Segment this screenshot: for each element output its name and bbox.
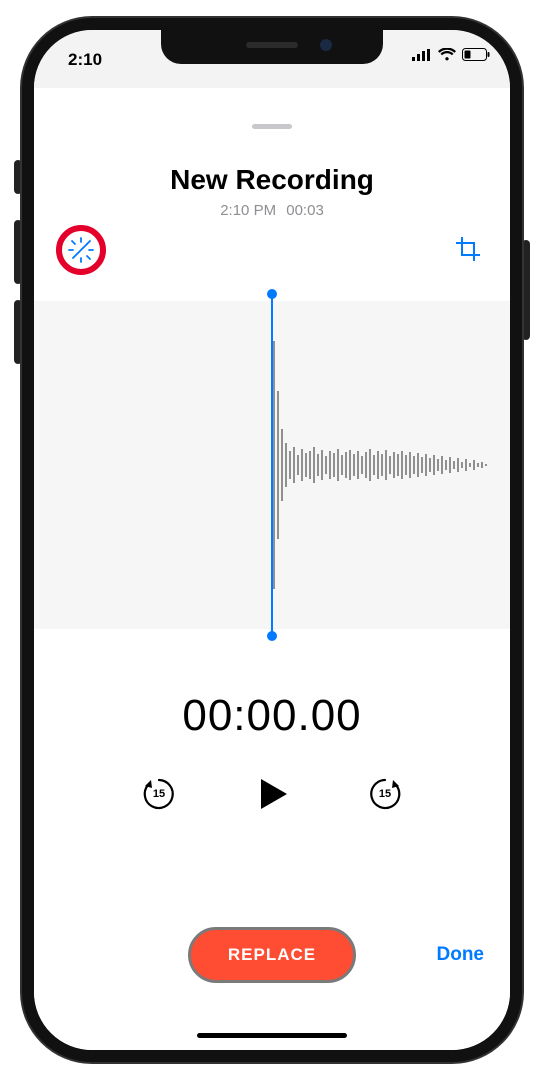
enhance-button[interactable] bbox=[67, 236, 95, 264]
crop-icon bbox=[455, 236, 481, 262]
mute-switch bbox=[14, 160, 22, 194]
replace-button-label: REPLACE bbox=[228, 945, 316, 965]
status-icons bbox=[412, 48, 490, 61]
highlight-circle bbox=[56, 225, 106, 275]
recording-time: 2:10 PM bbox=[220, 202, 276, 219]
home-indicator[interactable] bbox=[197, 1033, 347, 1038]
skip-back-button[interactable]: 15 bbox=[139, 774, 179, 814]
waveform-area[interactable] bbox=[34, 285, 510, 645]
device-frame: 2:10 New Recording 2:10 PM 00:03 bbox=[22, 18, 522, 1062]
cellular-icon bbox=[412, 49, 432, 61]
done-button[interactable]: Done bbox=[437, 944, 485, 966]
skip-forward-seconds: 15 bbox=[379, 788, 391, 800]
playhead-handle-top[interactable] bbox=[267, 289, 277, 299]
recording-subtitle: 2:10 PM 00:03 bbox=[34, 202, 510, 219]
editor-sheet: New Recording 2:10 PM 00:03 bbox=[34, 110, 510, 1050]
front-camera bbox=[320, 39, 332, 51]
speaker-grille bbox=[246, 42, 298, 48]
timer-display: 00:00.00 bbox=[34, 691, 510, 741]
battery-icon bbox=[462, 48, 490, 61]
replace-button[interactable]: REPLACE bbox=[188, 927, 356, 983]
power-button bbox=[522, 240, 530, 340]
skip-forward-button[interactable]: 15 bbox=[365, 774, 405, 814]
status-time: 2:10 bbox=[68, 50, 102, 70]
playhead-handle-bottom[interactable] bbox=[267, 631, 277, 641]
transport-controls: 15 15 bbox=[34, 771, 510, 817]
recording-duration: 00:03 bbox=[286, 202, 324, 219]
trim-button[interactable] bbox=[452, 233, 484, 265]
magic-wand-icon bbox=[67, 236, 95, 264]
device-notch bbox=[161, 30, 383, 64]
wifi-icon bbox=[438, 48, 456, 61]
waveform bbox=[272, 301, 492, 629]
edit-toolbar bbox=[34, 227, 510, 275]
recording-title[interactable]: New Recording bbox=[34, 164, 510, 196]
playhead[interactable] bbox=[271, 295, 273, 635]
volume-down-button bbox=[14, 300, 22, 364]
skip-back-seconds: 15 bbox=[153, 788, 165, 800]
bottom-actions: REPLACE Done bbox=[34, 922, 510, 988]
sheet-grabber[interactable] bbox=[252, 124, 292, 129]
play-button[interactable] bbox=[249, 771, 295, 817]
volume-up-button bbox=[14, 220, 22, 284]
play-icon bbox=[253, 775, 291, 813]
